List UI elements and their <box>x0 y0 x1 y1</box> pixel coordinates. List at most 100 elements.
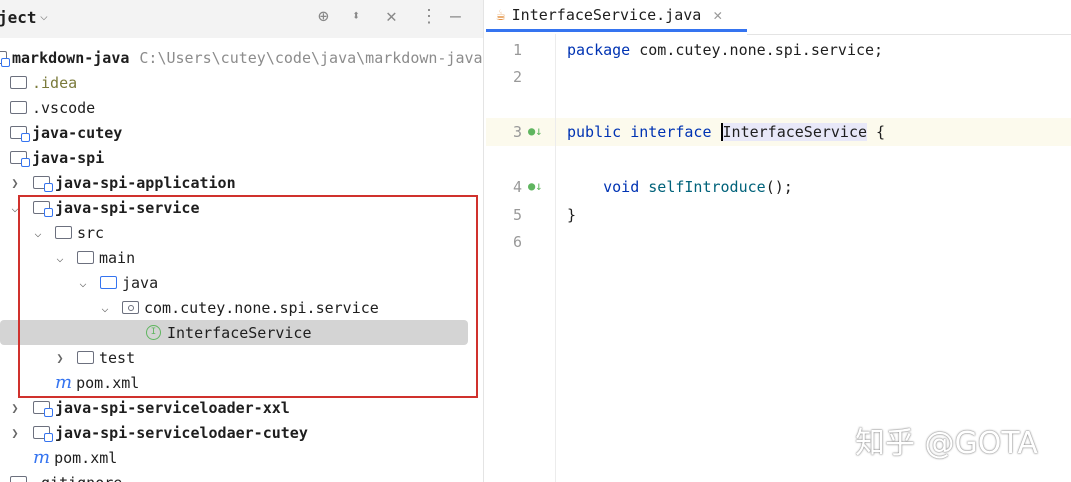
file-icon <box>10 476 27 482</box>
tree-item-servicelodaer-cutey[interactable]: ❯ java-spi-servicelodaer-cutey <box>0 420 483 445</box>
tree-item-label: main <box>99 248 136 267</box>
chevron-right-icon[interactable]: ❯ <box>8 426 22 440</box>
folder-icon <box>10 76 27 89</box>
chevron-down-icon[interactable]: ⌵ <box>53 251 67 265</box>
tree-item-package[interactable]: ⌵ com.cutey.none.spi.service <box>0 295 483 320</box>
module-folder-icon <box>10 151 30 167</box>
tree-item-interfaceservice[interactable]: I InterfaceService <box>0 320 468 345</box>
line-number: 4 <box>512 178 522 196</box>
code-text: com.cutey.none.spi.service; <box>630 41 884 59</box>
tree-item-label: src <box>77 223 105 242</box>
chevron-right-icon[interactable]: ❯ <box>8 176 22 190</box>
project-path: C:\Users\cutey\code\java\markdown-java <box>139 48 483 67</box>
code-text: (); <box>765 178 793 196</box>
tree-item-vscode[interactable]: .vscode <box>0 95 483 120</box>
line-number: 3 <box>512 123 522 141</box>
tree-item-label: java-spi <box>32 148 105 167</box>
tree-item-markdown-java[interactable]: markdown-java C:\Users\cutey\code\java\ma… <box>0 45 483 70</box>
java-file-icon: ☕ <box>496 5 506 24</box>
module-folder-icon <box>0 51 10 67</box>
tree-item-label: java-spi-application <box>55 173 236 192</box>
folder-icon <box>77 251 94 264</box>
tree-item-java-cutey[interactable]: java-cutey <box>0 120 483 145</box>
keyword: void <box>567 178 649 196</box>
folder-icon <box>77 351 94 364</box>
more-icon[interactable]: ⋮ <box>420 6 438 27</box>
maven-icon: m <box>33 447 51 468</box>
tree-item-label: pom.xml <box>76 373 140 392</box>
line-number: 1 <box>512 41 522 59</box>
tree-item-label: java-spi-servicelodaer-cutey <box>55 423 308 442</box>
panel-title[interactable]: ject <box>0 8 37 27</box>
module-folder-icon <box>33 201 53 217</box>
chevron-right-icon[interactable]: ❯ <box>53 351 67 365</box>
chevron-down-icon[interactable]: ⌵ <box>40 9 48 24</box>
tree-item-label: java-spi-service <box>55 198 200 217</box>
tree-item-java-spi[interactable]: java-spi <box>0 145 483 170</box>
tree-item-label: pom.xml <box>54 448 118 467</box>
chevron-down-icon[interactable]: ⌵ <box>8 201 22 215</box>
tab-interfaceservice-java[interactable]: ☕ InterfaceService.java ✕ <box>486 0 747 32</box>
tree-item-main[interactable]: ⌵ main <box>0 245 483 270</box>
tree-item-test[interactable]: ❯ test <box>0 345 483 370</box>
tab-bar-divider <box>747 34 1071 35</box>
close-icon[interactable]: ✕ <box>386 6 397 27</box>
module-folder-icon <box>33 426 53 442</box>
chevron-right-icon[interactable]: ❯ <box>8 401 22 415</box>
tree-item-label: java-cutey <box>32 123 123 142</box>
tree-item-label: .gitignore <box>32 474 122 482</box>
module-folder-icon <box>10 126 30 142</box>
code-line[interactable]: public interface InterfaceService { <box>567 123 885 141</box>
tree-item-idea[interactable]: .idea <box>0 70 483 95</box>
interface-name: InterfaceService <box>720 123 868 141</box>
folder-icon <box>55 226 72 239</box>
chevron-down-icon[interactable]: ⌵ <box>98 301 112 315</box>
locate-icon[interactable]: ⊕ <box>318 6 329 27</box>
code-line[interactable]: package com.cutey.none.spi.service; <box>567 41 883 59</box>
tree-item-java-spi-service[interactable]: ⌵ java-spi-service <box>0 195 483 220</box>
code-text: } <box>567 206 577 224</box>
tree-item-label: com.cutey.none.spi.service <box>144 298 379 317</box>
chevron-down-icon[interactable]: ⌵ <box>31 226 45 240</box>
keyword: public interface <box>567 123 721 141</box>
tree-item-pom[interactable]: m pom.xml <box>0 370 483 395</box>
code-line[interactable]: void selfIntroduce(); <box>567 178 793 196</box>
line-number: 2 <box>512 68 522 86</box>
tree-item-label: test <box>99 348 136 367</box>
source-folder-icon <box>100 276 117 289</box>
line-number: 5 <box>512 206 522 224</box>
tree-item-label: InterfaceService <box>167 323 312 342</box>
module-folder-icon <box>33 401 53 417</box>
tree-item-java-spi-application[interactable]: ❯ java-spi-application <box>0 170 483 195</box>
tree-item-java[interactable]: ⌵ java <box>0 270 483 295</box>
implemented-gutter-icon[interactable]: ●↓ <box>528 124 542 138</box>
tree-item-src[interactable]: ⌵ src <box>0 220 483 245</box>
module-folder-icon <box>33 176 53 192</box>
keyword: package <box>567 41 631 59</box>
minimize-icon[interactable]: — <box>450 6 461 27</box>
maven-icon: m <box>55 372 73 393</box>
implemented-gutter-icon[interactable]: ●↓ <box>528 179 542 193</box>
project-panel-header: ject ⌵ ⊕ ⬍ ✕ ⋮ — <box>0 0 483 38</box>
code-line[interactable]: } <box>567 206 576 224</box>
folder-icon <box>10 101 27 114</box>
tree-item-serviceloader-xxl[interactable]: ❯ java-spi-serviceloader-xxl <box>0 395 483 420</box>
tab-label: InterfaceService.java <box>511 5 702 24</box>
tree-item-label: markdown-java <box>12 48 130 67</box>
interface-icon: I <box>146 325 161 340</box>
project-panel: ject ⌵ ⊕ ⬍ ✕ ⋮ — markdown-java C:\Users\c… <box>0 0 484 482</box>
close-tab-icon[interactable]: ✕ <box>713 6 722 24</box>
method-name: selfIntroduce <box>648 178 766 196</box>
tree-item-root-pom[interactable]: m pom.xml <box>0 445 483 470</box>
tree-item-label: java-spi-serviceloader-xxl <box>55 398 290 417</box>
gutter-divider <box>555 34 556 482</box>
tree-item-label: .vscode <box>32 98 96 117</box>
expand-collapse-icon[interactable]: ⬍ <box>352 8 360 24</box>
line-number: 6 <box>512 233 522 251</box>
tree-item-label: java <box>122 273 159 292</box>
tree-item-gitignore[interactable]: .gitignore <box>0 470 483 482</box>
watermark: 知乎 @GOTA <box>855 426 1038 461</box>
tree-item-label: .idea <box>32 73 78 92</box>
code-text: { <box>867 123 886 141</box>
chevron-down-icon[interactable]: ⌵ <box>76 276 90 290</box>
